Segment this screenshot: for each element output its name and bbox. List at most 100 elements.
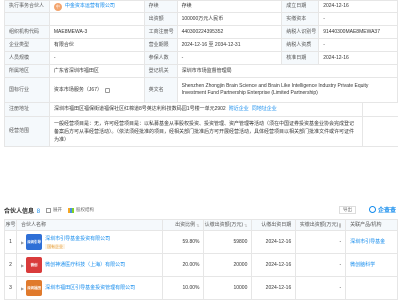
row-date: 2024-12-16 xyxy=(252,231,297,253)
row-related: 微创脑科学 xyxy=(346,254,398,276)
col-ratio[interactable]: 出资比例 ⇅ xyxy=(163,220,205,230)
shareholder-link[interactable]: 深圳市福田区引导基金投资管理有限公司 xyxy=(45,285,135,292)
col-amount[interactable]: 认缴出资额(万元) ⇅ xyxy=(204,220,253,230)
reg-row-9: 经营范围 一般经营项目是：无，许可经营项目是：以私募基金从事股权投资、投资管理、… xyxy=(5,117,398,147)
row-date: 2024-12-16 xyxy=(252,254,297,276)
established-label: 成立日期 xyxy=(282,1,320,12)
reg-row-6: 所属地区 广东省深圳市福田区 登记机关 深圳市市场监督管理局 xyxy=(5,65,399,78)
scope-value: 一般经营项目是：无，许可经营项目是：以私募基金从事股权投资、投资管理、资产管理等… xyxy=(50,117,363,146)
row-index: 3 xyxy=(5,277,17,299)
chart-icon xyxy=(68,207,75,213)
status-value: 存续 xyxy=(178,1,283,12)
col-index: 序号 xyxy=(5,220,17,230)
info-icon[interactable] xyxy=(104,87,110,93)
shareholders-table: 序号 合伙人名称 出资比例 ⇅ 认缴出资额(万元) ⇅ 认缴出资日期 实缴出资额(万… xyxy=(4,219,398,300)
row-paid: - xyxy=(296,254,347,276)
table-row: 1 ▶ 深圳引导 深圳市引导基金投资有限公司 国有企业 59.80% 59800… xyxy=(5,231,398,254)
reg-row-4: 企业类型 有限合伙 营业期限 2024-12-16 至 2034-12-31 纳… xyxy=(5,39,398,52)
row-name-cell: ▶ 深圳福田 深圳市福田区引导基金投资管理有限公司 xyxy=(17,277,163,299)
term-label: 营业期限 xyxy=(144,39,178,51)
row-index: 2 xyxy=(5,254,17,276)
row-index: 1 xyxy=(5,231,17,253)
row-name-cell: ▶ 微创 微创神通医疗科技（上海）有限公司 xyxy=(17,254,163,276)
row-date: 2024-12-16 xyxy=(252,277,297,299)
authority-value: 深圳市市场监督管理局 xyxy=(178,65,399,77)
region-value: 广东省深圳市福田区 xyxy=(50,65,145,77)
brand-icon xyxy=(368,206,376,213)
org-code-label: 组织机构代码 xyxy=(5,26,50,38)
related-link[interactable]: 深圳市引导基金 xyxy=(350,239,385,246)
col-date: 认缴出资日期 xyxy=(252,220,297,230)
taxpayer-label: 纳税人识别号 xyxy=(282,26,320,38)
partner-cell: 中 中金资本运营有限公司 xyxy=(50,1,145,12)
paidin-label: 实缴资本 xyxy=(282,13,320,25)
registration-table: 执行事务合伙人 中 中金资本运营有限公司 存续 存续 成立日期 2024-12-… xyxy=(4,0,399,147)
related-link[interactable]: 微创脑科学 xyxy=(350,262,375,269)
info-icon[interactable] xyxy=(339,222,342,228)
expand-arrow-icon[interactable]: ▶ xyxy=(21,239,24,246)
shareholder-link[interactable]: 微创神通医疗科技（上海）有限公司 xyxy=(45,262,125,269)
type-label: 企业类型 xyxy=(5,39,50,51)
approval-label: 核准日期 xyxy=(282,52,320,64)
reg-row-2: 出资额 100000万元人民币 实缴资本 - xyxy=(5,13,398,26)
company-logo: 深圳福田 xyxy=(26,280,43,296)
scope-label: 经营范围 xyxy=(5,117,50,146)
address-cell: 深圳市福田区福保街道福保社区红棉道8号英达利科技数码园1号楼一单元2902 附近… xyxy=(50,103,363,116)
reg-row-7: 国标行业 资本市场服务（J67） 英文名 Shenzhen Zhongjin B… xyxy=(5,78,399,103)
reg-row-1: 执行事务合伙人 中 中金资本运营有限公司 存续 存续 成立日期 2024-12-… xyxy=(5,1,398,13)
expand-arrow-icon[interactable]: ▶ xyxy=(21,262,24,269)
state-owned-tag: 国有企业 xyxy=(45,243,66,249)
taxpayer-value: 91440300MAE8MEWA37 xyxy=(319,26,398,38)
brand-logo: 企查查 xyxy=(368,205,396,214)
row-ratio: 10.00% xyxy=(163,277,205,299)
reg-no-value: 440300224395352 xyxy=(178,26,283,38)
region-label: 所属地区 xyxy=(5,65,50,77)
sort-icon[interactable]: ⇅ xyxy=(196,222,199,229)
reg-row-8: 注册地址 深圳市福田区福保街道福保社区红棉道8号英达利科技数码园1号楼一单元29… xyxy=(5,103,398,117)
staff-label: 人员规模 xyxy=(5,52,50,64)
partner-link[interactable]: 中金资本运营有限公司 xyxy=(65,3,115,10)
same-address-link[interactable]: 同地址企业 xyxy=(252,106,277,113)
type-value: 有限合伙 xyxy=(50,39,145,51)
status-label: 存续 xyxy=(144,1,178,12)
row-amount: 59800 xyxy=(204,231,253,253)
company-logo: 深圳引导 xyxy=(26,234,43,250)
org-code-value: MAE8MEWA-3 xyxy=(50,26,145,38)
equity-chart-button[interactable]: 股权结构 xyxy=(68,207,94,213)
insured-label: 参保人数 xyxy=(144,52,178,64)
established-value: 2024-12-16 xyxy=(319,1,398,12)
row-amount: 20000 xyxy=(204,254,253,276)
row-related: 深圳市引导基金 xyxy=(346,231,398,253)
col-paid: 实缴出资额(万元) xyxy=(296,220,347,230)
reg-no-label: 工商注册号 xyxy=(144,26,178,38)
row-amount: 10000 xyxy=(204,277,253,299)
row-ratio: 59.80% xyxy=(163,231,205,253)
sort-icon[interactable]: ⇅ xyxy=(244,222,247,229)
reg-row-5: 人员规模 - 参保人数 - 核准日期 2024-12-16 xyxy=(5,52,398,65)
paidin-value: - xyxy=(319,13,398,25)
shareholder-link[interactable]: 深圳市引导基金投资有限公司 xyxy=(45,236,110,243)
industry-value: 资本市场服务（J67） xyxy=(53,86,102,93)
row-ratio: 20.00% xyxy=(163,254,205,276)
expand-checkbox[interactable]: 展开 xyxy=(46,207,62,213)
export-button[interactable]: 导出 xyxy=(339,206,356,214)
capital-value: 100000万元人民币 xyxy=(178,13,283,25)
staff-value: - xyxy=(50,52,145,64)
expand-arrow-icon[interactable]: ▶ xyxy=(21,285,24,292)
checkbox-icon[interactable] xyxy=(46,207,52,213)
english-value: Shenzhen Zhongjin Brain Science and Brai… xyxy=(178,78,399,102)
insured-value: - xyxy=(178,52,283,64)
industry-cell: 资本市场服务（J67） xyxy=(50,78,145,102)
company-logo: 微创 xyxy=(26,257,43,273)
col-name: 合伙人名称 xyxy=(17,220,163,230)
reg-row-3: 组织机构代码 MAE8MEWA-3 工商注册号 440300224395352 … xyxy=(5,26,398,39)
nearby-companies-link[interactable]: 附近企业 xyxy=(229,106,249,113)
address-value: 深圳市福田区福保街道福保社区红棉道8号英达利科技数码园1号楼一单元2902 xyxy=(54,106,226,112)
address-label: 注册地址 xyxy=(5,103,50,116)
approval-value: 2024-12-16 xyxy=(319,52,398,64)
english-label: 英文名 xyxy=(144,78,178,102)
term-value: 2024-12-16 至 2034-12-31 xyxy=(178,39,283,51)
table-row: 3 ▶ 深圳福田 深圳市福田区引导基金投资管理有限公司 10.00% 10000… xyxy=(5,277,398,300)
qualification-label: 纳税人资质 xyxy=(282,39,320,51)
capital-label: 出资额 xyxy=(144,13,178,25)
